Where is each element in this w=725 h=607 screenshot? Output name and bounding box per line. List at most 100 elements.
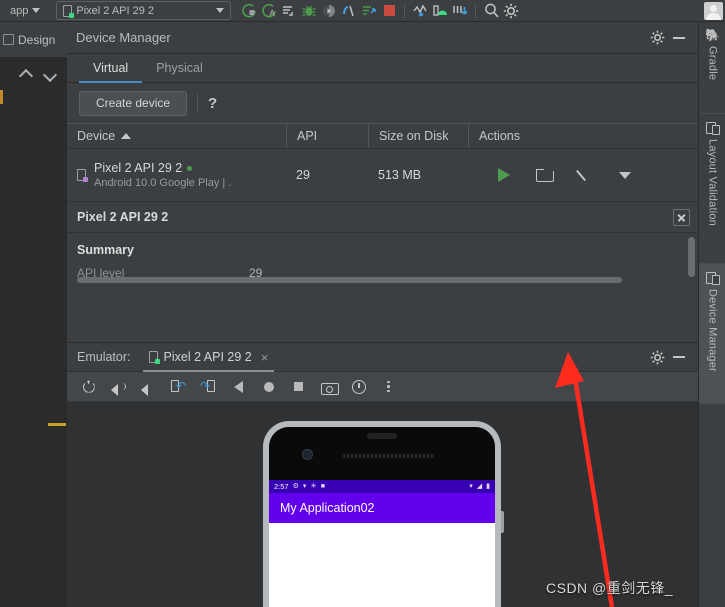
emulator-header: Emulator: Pixel 2 API 29 2 × [67, 342, 698, 372]
android-status-bar: 2:57 ⚙ ▾ ☀ ■ ▾ ◢ ▮ [269, 480, 495, 493]
app-content-area[interactable] [269, 523, 495, 607]
help-icon[interactable]: ? [208, 95, 217, 112]
minimize-icon[interactable] [668, 346, 690, 368]
minimize-icon[interactable] [668, 27, 690, 49]
play-icon[interactable] [498, 168, 510, 182]
app-action-bar: My Application02 [269, 493, 495, 523]
sync-gradle-icon[interactable] [410, 1, 430, 21]
screenshot-icon[interactable] [320, 378, 339, 395]
more-icon[interactable] [380, 378, 397, 395]
column-header-api-label: API [297, 129, 318, 143]
home-icon[interactable] [260, 378, 277, 395]
editor-change-marker [0, 90, 3, 104]
sdk-manager-icon[interactable] [430, 1, 450, 21]
volume-down-icon[interactable] [140, 378, 157, 396]
search-icon[interactable] [481, 1, 501, 21]
watermark: CSDN @重剑无锋_ [546, 580, 674, 596]
sidebar-item-layout-validation[interactable]: Layout Validation [699, 114, 725, 264]
right-tool-window-strip: 🐘 Gradle Layout Validation Device Manage… [698, 22, 725, 607]
app-title: My Application02 [280, 501, 375, 515]
debug-icon[interactable] [299, 1, 319, 21]
history-icon[interactable] [350, 378, 367, 395]
svg-text:A: A [270, 9, 276, 18]
more-dropdown-icon[interactable] [619, 171, 631, 179]
table-row[interactable]: Pixel 2 API 29 2 Android 10.0 Google Pla… [67, 149, 698, 201]
device-power-button[interactable] [501, 511, 504, 533]
row-size-cell: 513 MB [368, 149, 468, 201]
emulator-device-frame[interactable]: 2:57 ⚙ ▾ ☀ ■ ▾ ◢ ▮ My Application02 [263, 421, 504, 607]
stop-icon[interactable] [379, 1, 399, 21]
sidebar-item-device-manager[interactable]: Device Manager [699, 264, 725, 404]
attach-debugger-icon[interactable] [339, 1, 359, 21]
create-device-button[interactable]: Create device [79, 90, 188, 116]
chevron-down-icon[interactable] [44, 70, 57, 79]
emulator-stage[interactable]: 2:57 ⚙ ▾ ☀ ■ ▾ ◢ ▮ My Application02 [67, 402, 698, 607]
column-header-device-label: Device [77, 129, 116, 143]
settings-icon[interactable] [501, 1, 521, 21]
tab-virtual[interactable]: Virtual [79, 61, 143, 83]
chevron-up-icon[interactable] [20, 70, 33, 79]
column-header-size[interactable]: Size on Disk [368, 124, 468, 148]
front-camera-icon [302, 449, 313, 460]
module-selector[interactable]: app [4, 1, 46, 20]
close-icon[interactable] [673, 208, 690, 226]
sort-ascending-icon [121, 133, 132, 139]
run-anything-icon[interactable] [359, 1, 379, 21]
device-detail-title: Pixel 2 API 29 2 [77, 210, 169, 224]
status-online-dot [187, 165, 193, 171]
profile-icon[interactable] [319, 1, 339, 21]
overview-icon[interactable] [290, 378, 307, 395]
module-selector-label: app [10, 4, 29, 17]
device-icon [148, 351, 160, 364]
edit-pencil-icon[interactable] [578, 168, 593, 183]
status-time: 2:57 [274, 482, 289, 491]
rotate-left-icon[interactable]: ↶ [170, 378, 187, 395]
design-mode-bar[interactable]: Design [0, 22, 67, 58]
avatar-icon[interactable] [701, 1, 725, 21]
sidebar-item-label: Layout Validation [706, 139, 719, 226]
sidebar-item-label: Gradle [706, 46, 719, 81]
chevron-down-icon [32, 8, 41, 13]
volume-up-icon[interactable] [110, 378, 127, 396]
main-toolbar: app Pixel 2 API 29 2 A [0, 0, 725, 22]
row-device-name: Pixel 2 API 29 2 [94, 161, 183, 175]
wifi-signal-icon: ▾ [469, 483, 473, 490]
toolbar-divider [404, 3, 406, 18]
layout-validation-icon [705, 121, 720, 135]
tab-physical[interactable]: Physical [142, 61, 217, 82]
back-icon[interactable] [230, 378, 247, 395]
gear-icon[interactable] [646, 346, 668, 368]
design-mode-icon [3, 34, 14, 45]
emulator-tab-label: Pixel 2 API 29 2 [163, 350, 252, 364]
column-header-actions[interactable]: Actions [468, 124, 698, 148]
close-icon[interactable]: × [261, 350, 269, 365]
rotate-right-icon[interactable]: ↷ [200, 378, 217, 395]
row-device-cell[interactable]: Pixel 2 API 29 2 Android 10.0 Google Pla… [67, 149, 286, 201]
power-icon[interactable] [80, 378, 97, 395]
design-mode-label: Design [18, 32, 56, 47]
gear-icon[interactable] [646, 27, 668, 49]
gradle-elephant-icon: 🐘 [705, 28, 720, 42]
folder-icon[interactable] [536, 169, 554, 182]
device-manager-tabs: Virtual Physical [67, 54, 698, 83]
download-updates-icon[interactable] [450, 1, 470, 21]
emulator-screen[interactable]: 2:57 ⚙ ▾ ☀ ■ ▾ ◢ ▮ My Application02 [269, 480, 495, 607]
device-detail-header: Pixel 2 API 29 2 [67, 201, 698, 233]
device-selector[interactable]: Pixel 2 API 29 2 [56, 1, 232, 20]
column-header-device[interactable]: Device [67, 124, 286, 148]
device-manager-icon [705, 271, 720, 285]
virtual-device-icon [77, 169, 88, 182]
column-header-size-label: Size on Disk [379, 129, 449, 143]
toolbar-divider-2 [475, 3, 477, 18]
detail-vertical-scrollbar[interactable] [688, 237, 695, 277]
detail-horizontal-scrollbar[interactable] [77, 277, 622, 283]
sidebar-item-gradle[interactable]: 🐘 Gradle [699, 22, 725, 114]
run-icon[interactable] [239, 1, 259, 21]
column-header-api[interactable]: API [286, 124, 368, 148]
run-coverage-icon[interactable]: A [259, 1, 279, 21]
apply-changes-icon[interactable] [279, 1, 299, 21]
emulator-device-tab[interactable]: Pixel 2 API 29 2 × [142, 343, 275, 372]
left-editor-strip [0, 22, 67, 607]
clock-icon: ☀ [310, 483, 317, 490]
device-table-header: Device API Size on Disk Actions [67, 123, 698, 149]
